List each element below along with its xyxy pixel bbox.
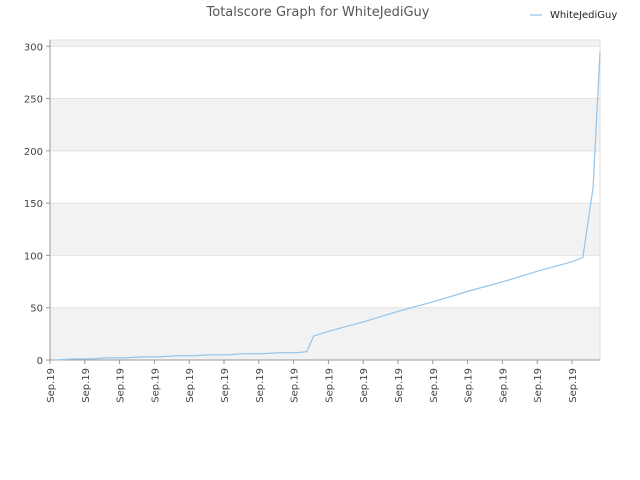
plot-band bbox=[50, 307, 600, 360]
y-tick-label: 0 bbox=[37, 356, 43, 367]
plot-band bbox=[50, 203, 600, 256]
x-tick-label: Sep.19 bbox=[324, 368, 335, 403]
x-tick-label: Sep.19 bbox=[568, 368, 579, 403]
x-tick-label: Sep.19 bbox=[464, 368, 475, 403]
y-axis: 0 50 100 150 200 250 300 bbox=[24, 40, 51, 367]
legend[interactable]: WhiteJediGuy bbox=[530, 10, 617, 21]
x-tick-label: Sep.19 bbox=[533, 368, 544, 403]
x-tick-label: Sep.19 bbox=[394, 368, 405, 403]
y-tick-label: 150 bbox=[24, 199, 43, 210]
x-tick-label: Sep.19 bbox=[81, 368, 92, 403]
y-tick-label: 200 bbox=[24, 147, 43, 158]
x-tick-label: Sep.19 bbox=[220, 368, 231, 403]
x-tick-label: Sep.19 bbox=[185, 368, 196, 403]
x-tick-label: Sep.19 bbox=[290, 368, 301, 403]
x-tick-label: Sep.19 bbox=[255, 368, 266, 403]
y-tick-label: 100 bbox=[24, 251, 43, 262]
y-tick-label: 300 bbox=[24, 42, 43, 53]
x-axis: Sep.19 Sep.19 Sep.19 Sep.19 Sep.19 Sep.19 Sep.… bbox=[46, 359, 600, 403]
plot-band bbox=[50, 46, 600, 99]
x-tick-label: Sep.19 bbox=[359, 368, 370, 403]
x-tick-label: Sep.19 bbox=[429, 368, 440, 403]
plot-background-bands bbox=[50, 40, 600, 360]
plot-band bbox=[50, 150, 600, 204]
x-tick-label: Sep.19 bbox=[46, 368, 57, 403]
plot-band bbox=[50, 98, 600, 151]
plot-band bbox=[50, 255, 600, 308]
y-tick-label: 250 bbox=[24, 95, 43, 106]
x-tick-label: Sep.19 bbox=[116, 368, 127, 403]
y-tick-label: 50 bbox=[30, 304, 43, 315]
totalscore-chart: Totalscore Graph for WhiteJediGuy 0 50 100… bbox=[24, 5, 617, 403]
legend-label: WhiteJediGuy bbox=[550, 10, 617, 21]
plot-band bbox=[50, 40, 600, 47]
x-tick-label: Sep.19 bbox=[498, 368, 509, 403]
chart-title: Totalscore Graph for WhiteJediGuy bbox=[206, 5, 430, 20]
x-tick-label: Sep.19 bbox=[150, 368, 161, 403]
